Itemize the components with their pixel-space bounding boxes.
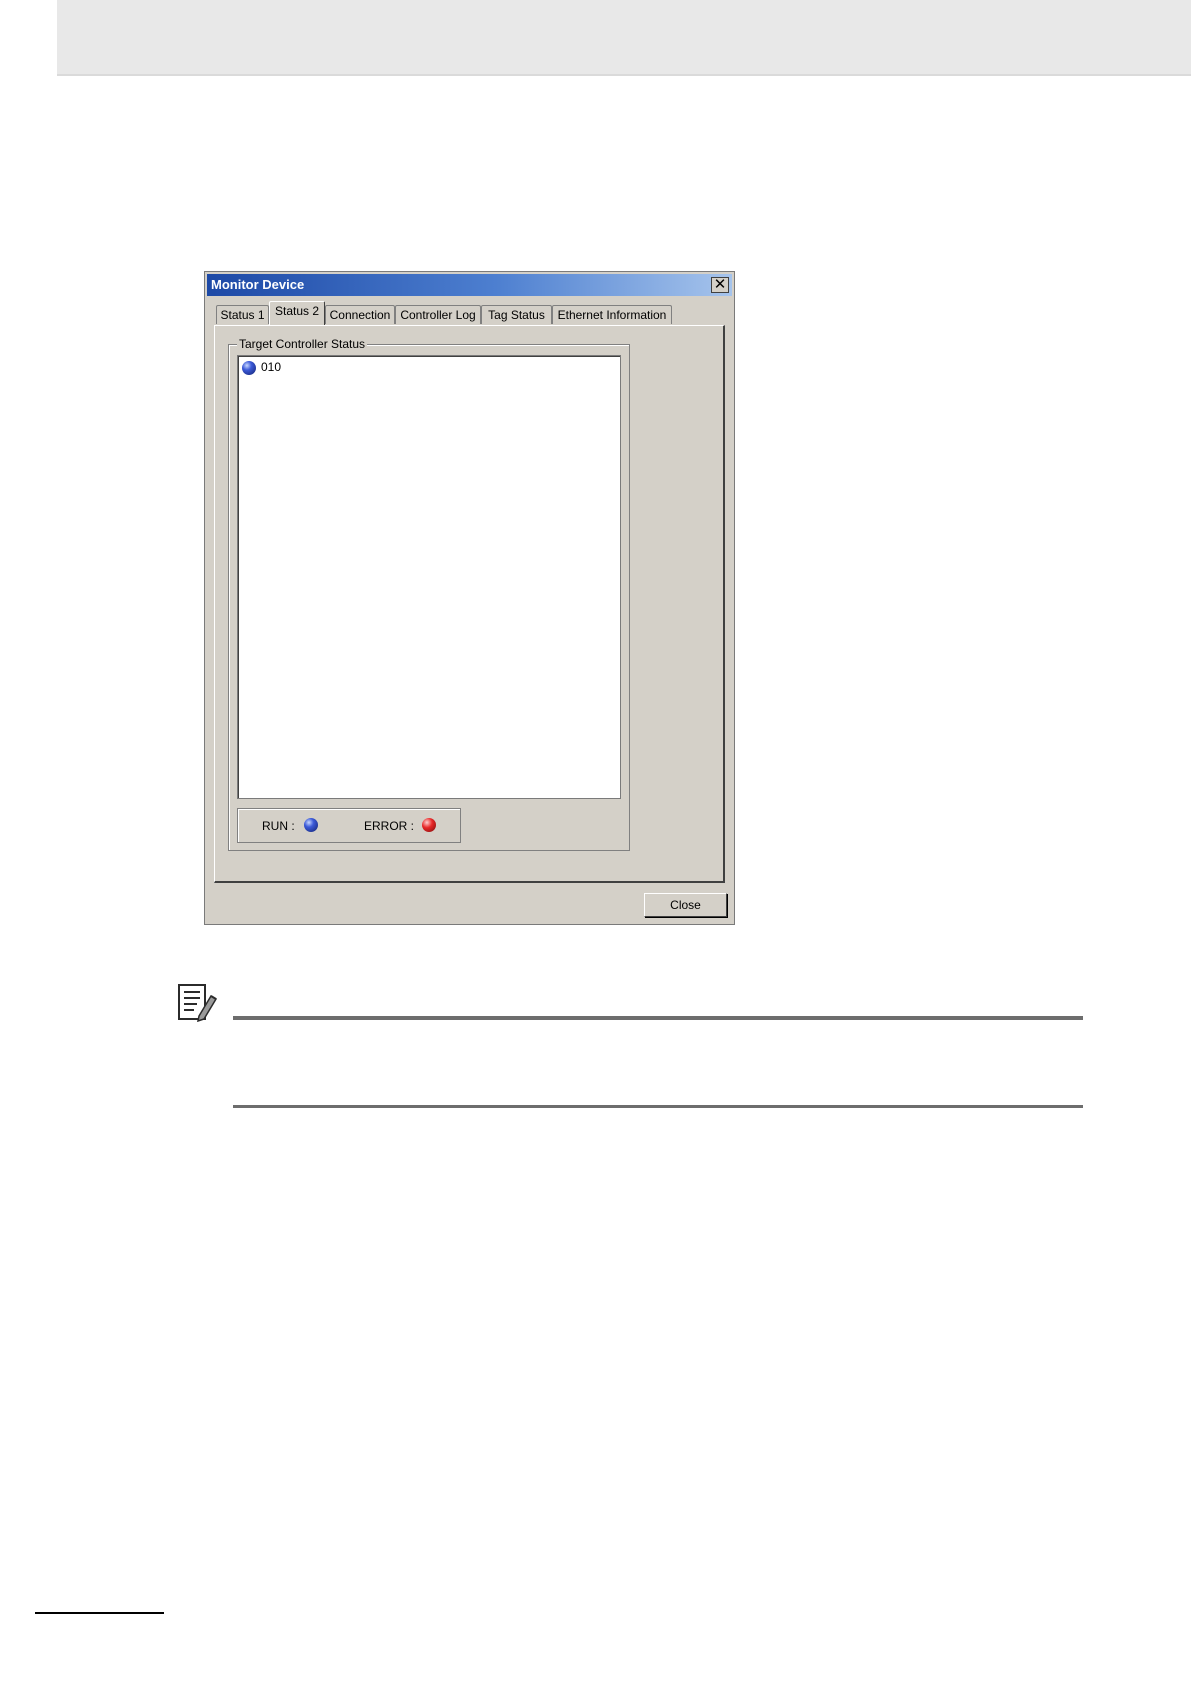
group-label: Target Controller Status [237, 337, 368, 351]
info-top-rule [233, 1016, 1083, 1020]
error-led-icon [422, 818, 436, 832]
dialog-titlebar[interactable]: Monitor Device ✕ [207, 274, 732, 296]
page-header-band [57, 0, 1191, 74]
notepad-pencil-icon [178, 984, 218, 1022]
page-header-edge [57, 74, 1191, 76]
status-legend: RUN : ERROR : [237, 808, 461, 843]
controller-node-label: 010 [261, 360, 282, 374]
tab-connection[interactable]: Connection [325, 305, 395, 324]
error-legend-label: ERROR : [364, 819, 415, 833]
tab-status-2[interactable]: Status 2 [269, 301, 325, 325]
info-bottom-rule [233, 1105, 1083, 1108]
controller-status-list[interactable]: 010 [237, 355, 621, 799]
run-led-icon [304, 818, 318, 832]
tab-tag-status[interactable]: Tag Status [481, 305, 552, 324]
run-status-led-icon [242, 361, 256, 375]
dialog-title: Monitor Device [211, 277, 305, 292]
tab-controller-log[interactable]: Controller Log [395, 305, 481, 324]
monitor-device-dialog: Monitor Device ✕ Status 1 Status 2 Conne… [204, 271, 735, 925]
tab-ethernet-information[interactable]: Ethernet Information [552, 305, 672, 324]
close-button[interactable]: Close [644, 893, 727, 917]
tab-status-1[interactable]: Status 1 [216, 305, 269, 324]
footer-rule [35, 1612, 164, 1614]
close-icon[interactable]: ✕ [711, 277, 729, 293]
run-legend-label: RUN : [262, 819, 295, 833]
